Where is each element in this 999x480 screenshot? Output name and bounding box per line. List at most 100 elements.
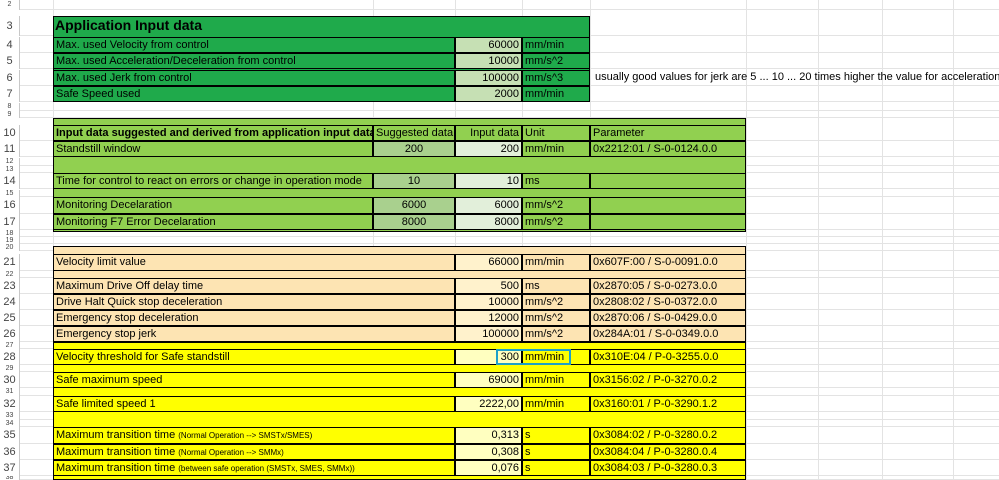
safety-parameter: 0x3160:01 / P-0-3290.1.2 bbox=[590, 396, 746, 412]
row-header[interactable]: 18 bbox=[0, 230, 20, 237]
derived-header-parameter: Parameter bbox=[590, 125, 746, 141]
application-value-input[interactable]: 2000 bbox=[455, 86, 522, 102]
transition-unit: s bbox=[522, 444, 590, 460]
row-gridline bbox=[20, 236, 999, 237]
row-header[interactable]: 10 bbox=[0, 125, 20, 141]
row-header[interactable]: 21 bbox=[0, 254, 20, 271]
row-gridline bbox=[20, 243, 999, 244]
transition-value[interactable]: 0,313 bbox=[455, 427, 522, 444]
row-header[interactable]: 32 bbox=[0, 396, 20, 412]
derived-parameter: 0x2212:01 / S-0-0124.0.0 bbox=[590, 141, 746, 157]
row-header[interactable]: 12 bbox=[0, 158, 20, 166]
derived-parameter bbox=[590, 197, 746, 214]
drive-value[interactable]: 10000 bbox=[455, 294, 522, 310]
row-header[interactable]: 15 bbox=[0, 190, 20, 197]
transition-label-text: Maximum transition time bbox=[56, 462, 176, 474]
drive-value[interactable]: 100000 bbox=[455, 326, 522, 342]
application-unit: mm/s^3 bbox=[522, 70, 590, 86]
transition-label: Maximum transition time (Normal Operatio… bbox=[53, 444, 455, 460]
row-header[interactable]: 7 bbox=[0, 86, 20, 102]
row-header[interactable]: 3 bbox=[0, 16, 20, 36]
row-header[interactable]: 4 bbox=[0, 37, 20, 53]
transition-value[interactable]: 0,076 bbox=[455, 460, 522, 476]
row-header[interactable]: 11 bbox=[0, 141, 20, 157]
application-label: Safe Speed used bbox=[53, 86, 455, 102]
drive-value[interactable]: 66000 bbox=[455, 254, 522, 271]
row-header[interactable]: 22 bbox=[0, 271, 20, 278]
drive-label: Velocity limit value bbox=[53, 254, 455, 271]
safety-unit: mm/min bbox=[522, 396, 590, 412]
drive-unit: mm/min bbox=[522, 254, 590, 271]
row-header[interactable]: 37 bbox=[0, 460, 20, 476]
row-header[interactable]: 14 bbox=[0, 173, 20, 189]
row-header[interactable]: 34 bbox=[0, 420, 20, 427]
application-label: Max. used Velocity from control bbox=[53, 37, 455, 53]
jerk-note: usually good values for jerk are 5 ... 1… bbox=[595, 71, 999, 83]
derived-header-input: Input data bbox=[455, 125, 522, 141]
drive-parameter: 0x607F:00 / S-0-0091.0.0 bbox=[590, 254, 746, 271]
derived-input[interactable]: 200 bbox=[455, 141, 522, 157]
row-header[interactable]: 27 bbox=[0, 342, 20, 349]
derived-unit: mm/s^2 bbox=[522, 214, 590, 230]
drive-parameter: 0x284A:01 / S-0-0349.0.0 bbox=[590, 326, 746, 342]
derived-unit: mm/min bbox=[522, 141, 590, 157]
row-header[interactable]: 26 bbox=[0, 326, 20, 342]
drive-value[interactable]: 12000 bbox=[455, 310, 522, 326]
application-value-input[interactable]: 100000 bbox=[455, 70, 522, 86]
row-header[interactable]: 24 bbox=[0, 294, 20, 310]
transition-value[interactable]: 0,308 bbox=[455, 444, 522, 460]
safety-value[interactable]: 2222,00 bbox=[455, 396, 522, 412]
row-header[interactable]: 19 bbox=[0, 237, 20, 244]
row-header[interactable]: 6 bbox=[0, 70, 20, 86]
application-unit: mm/min bbox=[522, 86, 590, 102]
derived-input[interactable]: 10 bbox=[455, 173, 522, 189]
row-header[interactable]: 17 bbox=[0, 214, 20, 230]
drive-value[interactable]: 500 bbox=[455, 278, 522, 294]
transition-unit: s bbox=[522, 427, 590, 444]
application-value-input[interactable]: 10000 bbox=[455, 53, 522, 69]
safety-label: Velocity threshold for Safe standstill bbox=[53, 349, 455, 365]
derived-header-label: Input data suggested and derived from ap… bbox=[53, 125, 373, 141]
application-value-input[interactable]: 60000 bbox=[455, 37, 522, 53]
row-header[interactable]: 8 bbox=[0, 103, 20, 111]
drive-parameter: 0x2870:05 / S-0-0273.0.0 bbox=[590, 278, 746, 294]
row-header[interactable]: 2 bbox=[0, 0, 20, 10]
row-header[interactable]: 28 bbox=[0, 349, 20, 365]
application-unit: mm/min bbox=[522, 37, 590, 53]
row-header[interactable]: 36 bbox=[0, 444, 20, 460]
row-header[interactable]: 31 bbox=[0, 388, 20, 396]
row-header[interactable]: 20 bbox=[0, 244, 20, 251]
row-header[interactable]: 5 bbox=[0, 53, 20, 69]
transition-parameter: 0x3084:03 / P-0-3280.0.3 bbox=[590, 460, 746, 476]
row-header[interactable]: 30 bbox=[0, 372, 20, 388]
row-header[interactable]: 35 bbox=[0, 427, 20, 444]
row-header[interactable]: 33 bbox=[0, 412, 20, 420]
safety-parameter: 0x3156:02 / P-0-3270.0.2 bbox=[590, 372, 746, 388]
row-header[interactable]: 16 bbox=[0, 197, 20, 214]
derived-parameter bbox=[590, 214, 746, 230]
derived-input[interactable]: 6000 bbox=[455, 197, 522, 214]
transition-unit: s bbox=[522, 460, 590, 476]
spreadsheet: 2 3 4 5 6 7 8 9 10 11 12 13 14 15 16 17 18 19 20 21 22 23 24 25… bbox=[0, 0, 999, 480]
derived-label: Time for control to react on errors or c… bbox=[53, 173, 373, 189]
transition-label: Maximum transition time (between safe op… bbox=[53, 460, 455, 476]
row-gridline bbox=[20, 110, 999, 111]
row-header[interactable]: 38 bbox=[0, 476, 20, 480]
selected-cell-outline[interactable] bbox=[496, 349, 571, 365]
derived-suggested: 8000 bbox=[373, 214, 455, 230]
derived-input[interactable]: 8000 bbox=[455, 214, 522, 230]
transition-label-text: Maximum transition time bbox=[56, 429, 176, 441]
safety-value[interactable]: 69000 bbox=[455, 372, 522, 388]
drive-label: Emergency stop deceleration bbox=[53, 310, 455, 326]
derived-suggested: 6000 bbox=[373, 197, 455, 214]
row-header[interactable]: 9 bbox=[0, 111, 20, 118]
row-header[interactable]: 13 bbox=[0, 166, 20, 173]
row-header[interactable]: 25 bbox=[0, 310, 20, 326]
transition-note: (Normal Operation --> SMSTx/SMES) bbox=[178, 431, 313, 440]
row-header[interactable]: 23 bbox=[0, 278, 20, 294]
row-header[interactable]: 29 bbox=[0, 365, 20, 372]
derived-unit: ms bbox=[522, 173, 590, 189]
safety-label: Safe maximum speed bbox=[53, 372, 455, 388]
drive-label: Emergency stop jerk bbox=[53, 326, 455, 342]
derived-parameter bbox=[590, 173, 746, 189]
